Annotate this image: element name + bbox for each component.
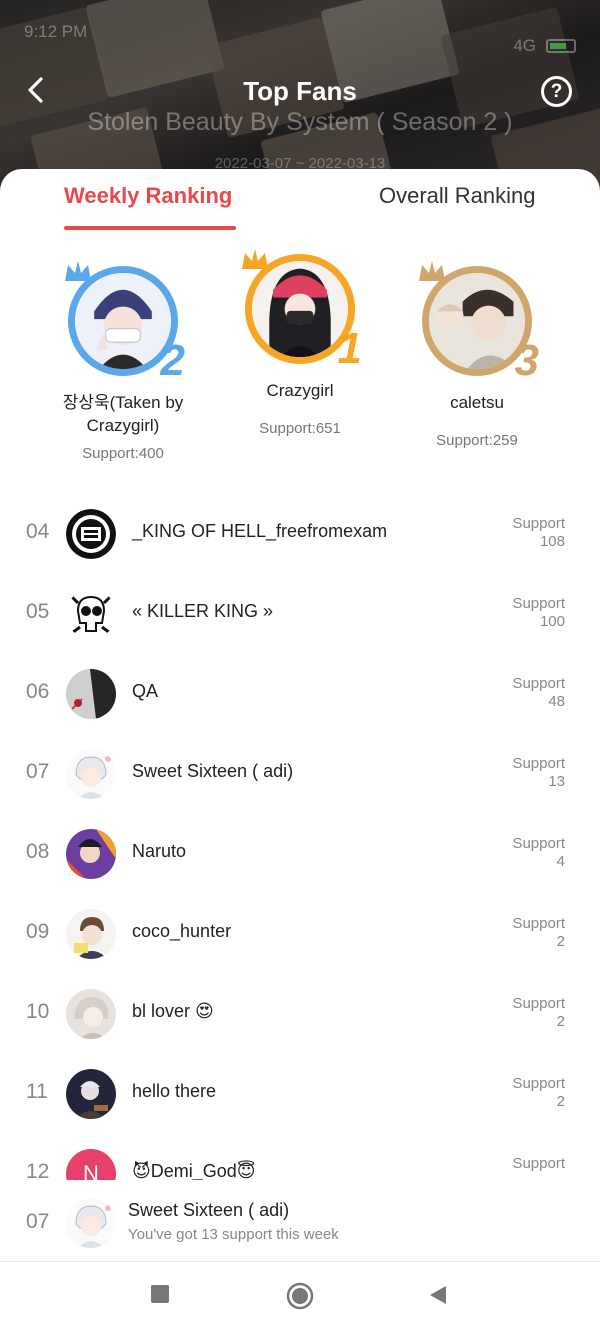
crown-icon bbox=[65, 261, 91, 281]
anime-avatar bbox=[66, 749, 116, 799]
support-label: Support bbox=[512, 995, 565, 1012]
rank-number: 11 bbox=[26, 1080, 48, 1103]
series-title: Stolen Beauty By System ( Season 2 ) bbox=[87, 108, 513, 136]
podium-name: Crazygirl bbox=[266, 381, 334, 400]
rank-badge: 3 bbox=[514, 336, 539, 385]
my-name: Sweet Sixteen ( adi) bbox=[128, 1200, 290, 1220]
podium-support: Support:651 bbox=[259, 420, 341, 437]
system-nav-bar bbox=[0, 1262, 600, 1333]
ranking-sheet: Weekly Ranking Overall Ranking 2 장상욱(Tak… bbox=[0, 169, 600, 1333]
my-rank-number: 07 bbox=[26, 1210, 50, 1233]
support-value: 2 bbox=[556, 933, 565, 950]
support-label: Support bbox=[512, 835, 565, 852]
fan-name: 😈Demi_God😇 bbox=[132, 1161, 256, 1181]
ranking-list: 04 _KING OF HELL_freefromexam Support 10… bbox=[0, 494, 600, 1214]
recents-button[interactable] bbox=[150, 1284, 170, 1309]
podium-rank-2[interactable]: 2 장상욱(Taken by Crazygirl) Support:400 bbox=[38, 259, 208, 462]
list-item[interactable]: 06 QA Support 48 bbox=[0, 654, 600, 734]
colorful-avatar bbox=[66, 829, 116, 879]
signal-indicator: 4G bbox=[513, 36, 536, 55]
light-avatar bbox=[66, 989, 116, 1039]
question-icon: ? bbox=[550, 80, 563, 102]
support-label: Support bbox=[512, 1155, 565, 1172]
podium-rank-3[interactable]: 3 caletsu Support:259 bbox=[392, 259, 562, 449]
list-item[interactable]: 09 coco_hunter Support 2 bbox=[0, 894, 600, 974]
crown-icon bbox=[419, 261, 445, 281]
fan-name: Sweet Sixteen ( adi) bbox=[132, 761, 294, 781]
tab-overall-ranking[interactable]: Overall Ranking bbox=[379, 183, 536, 209]
support-value: 4 bbox=[556, 853, 565, 870]
circle-icon bbox=[286, 1282, 314, 1310]
rank-number: 06 bbox=[26, 680, 50, 703]
triangle-back-icon bbox=[430, 1286, 446, 1304]
list-item[interactable]: 10 bl lover 😍 Support 2 bbox=[0, 974, 600, 1054]
rank-number: 07 bbox=[26, 760, 50, 783]
page-title: Top Fans bbox=[243, 76, 357, 106]
support-label: Support bbox=[512, 515, 565, 532]
fan-name: coco_hunter bbox=[132, 921, 232, 941]
rank-number: 09 bbox=[26, 920, 50, 943]
ranking-tabs: Weekly Ranking Overall Ranking bbox=[0, 183, 600, 233]
support-label: Support bbox=[512, 1075, 565, 1092]
support-value: 2 bbox=[556, 1013, 565, 1030]
crown-icon bbox=[242, 249, 268, 269]
rank-badge: 1 bbox=[337, 324, 362, 373]
podium-support: Support:259 bbox=[436, 432, 518, 449]
support-label: Support bbox=[512, 675, 565, 692]
fan-name: Naruto bbox=[132, 841, 187, 861]
boy-avatar bbox=[66, 909, 116, 959]
rank-number: 08 bbox=[26, 840, 50, 863]
status-time: 9:12 PM bbox=[24, 22, 88, 41]
podium-rank-1[interactable]: 1 Crazygirl Support:651 bbox=[215, 247, 385, 437]
support-value: 2 bbox=[556, 1093, 565, 1110]
battery-icon bbox=[546, 39, 576, 53]
list-item[interactable]: 04 _KING OF HELL_freefromexam Support 10… bbox=[0, 494, 600, 574]
skull-avatar bbox=[66, 589, 116, 639]
podium-name: caletsu bbox=[450, 393, 504, 412]
list-item[interactable]: 08 Naruto Support 4 bbox=[0, 814, 600, 894]
square-icon bbox=[151, 1285, 169, 1303]
home-button[interactable] bbox=[286, 1282, 314, 1315]
back-nav-button[interactable] bbox=[428, 1284, 448, 1311]
fan-name: bl lover 😍 bbox=[132, 1001, 214, 1021]
rank-number: 05 bbox=[26, 600, 50, 623]
podium-name: 장상욱(Taken by Crazygirl) bbox=[62, 393, 184, 435]
status-bar: 9:12 PM 4G bbox=[0, 0, 600, 70]
list-item[interactable]: 07 Sweet Sixteen ( adi) Support 13 bbox=[0, 734, 600, 814]
rank-number: 04 bbox=[26, 520, 50, 543]
rank-number: 10 bbox=[26, 1000, 50, 1023]
support-value: 48 bbox=[548, 693, 565, 710]
active-tab-indicator bbox=[64, 226, 236, 230]
my-support-message: You've got 13 support this week bbox=[128, 1226, 339, 1243]
dark-avatar bbox=[66, 669, 116, 719]
rank-badge: 2 bbox=[160, 336, 185, 385]
seal-avatar bbox=[66, 509, 116, 559]
fan-name: hello there bbox=[132, 1081, 217, 1101]
support-label: Support bbox=[512, 595, 565, 612]
support-value: 108 bbox=[539, 533, 565, 550]
support-value: 100 bbox=[539, 613, 565, 630]
fan-name: QA bbox=[132, 681, 159, 701]
list-item[interactable]: 05 « KILLER KING » Support 100 bbox=[0, 574, 600, 654]
my-avatar bbox=[66, 1198, 116, 1248]
help-button[interactable]: ? bbox=[541, 76, 572, 107]
support-label: Support bbox=[512, 755, 565, 772]
tab-weekly-ranking[interactable]: Weekly Ranking bbox=[64, 183, 232, 209]
my-ranking-row[interactable]: 07 Sweet Sixteen ( adi) You've got 13 su… bbox=[0, 1180, 600, 1262]
support-label: Support bbox=[512, 915, 565, 932]
podium-support: Support:400 bbox=[82, 445, 164, 462]
support-value: 13 bbox=[548, 773, 565, 790]
list-item[interactable]: 11 hello there Support 2 bbox=[0, 1054, 600, 1134]
night-avatar bbox=[66, 1069, 116, 1119]
fan-name: _KING OF HELL_freefromexam bbox=[132, 521, 388, 541]
fan-name: « KILLER KING » bbox=[132, 601, 274, 621]
